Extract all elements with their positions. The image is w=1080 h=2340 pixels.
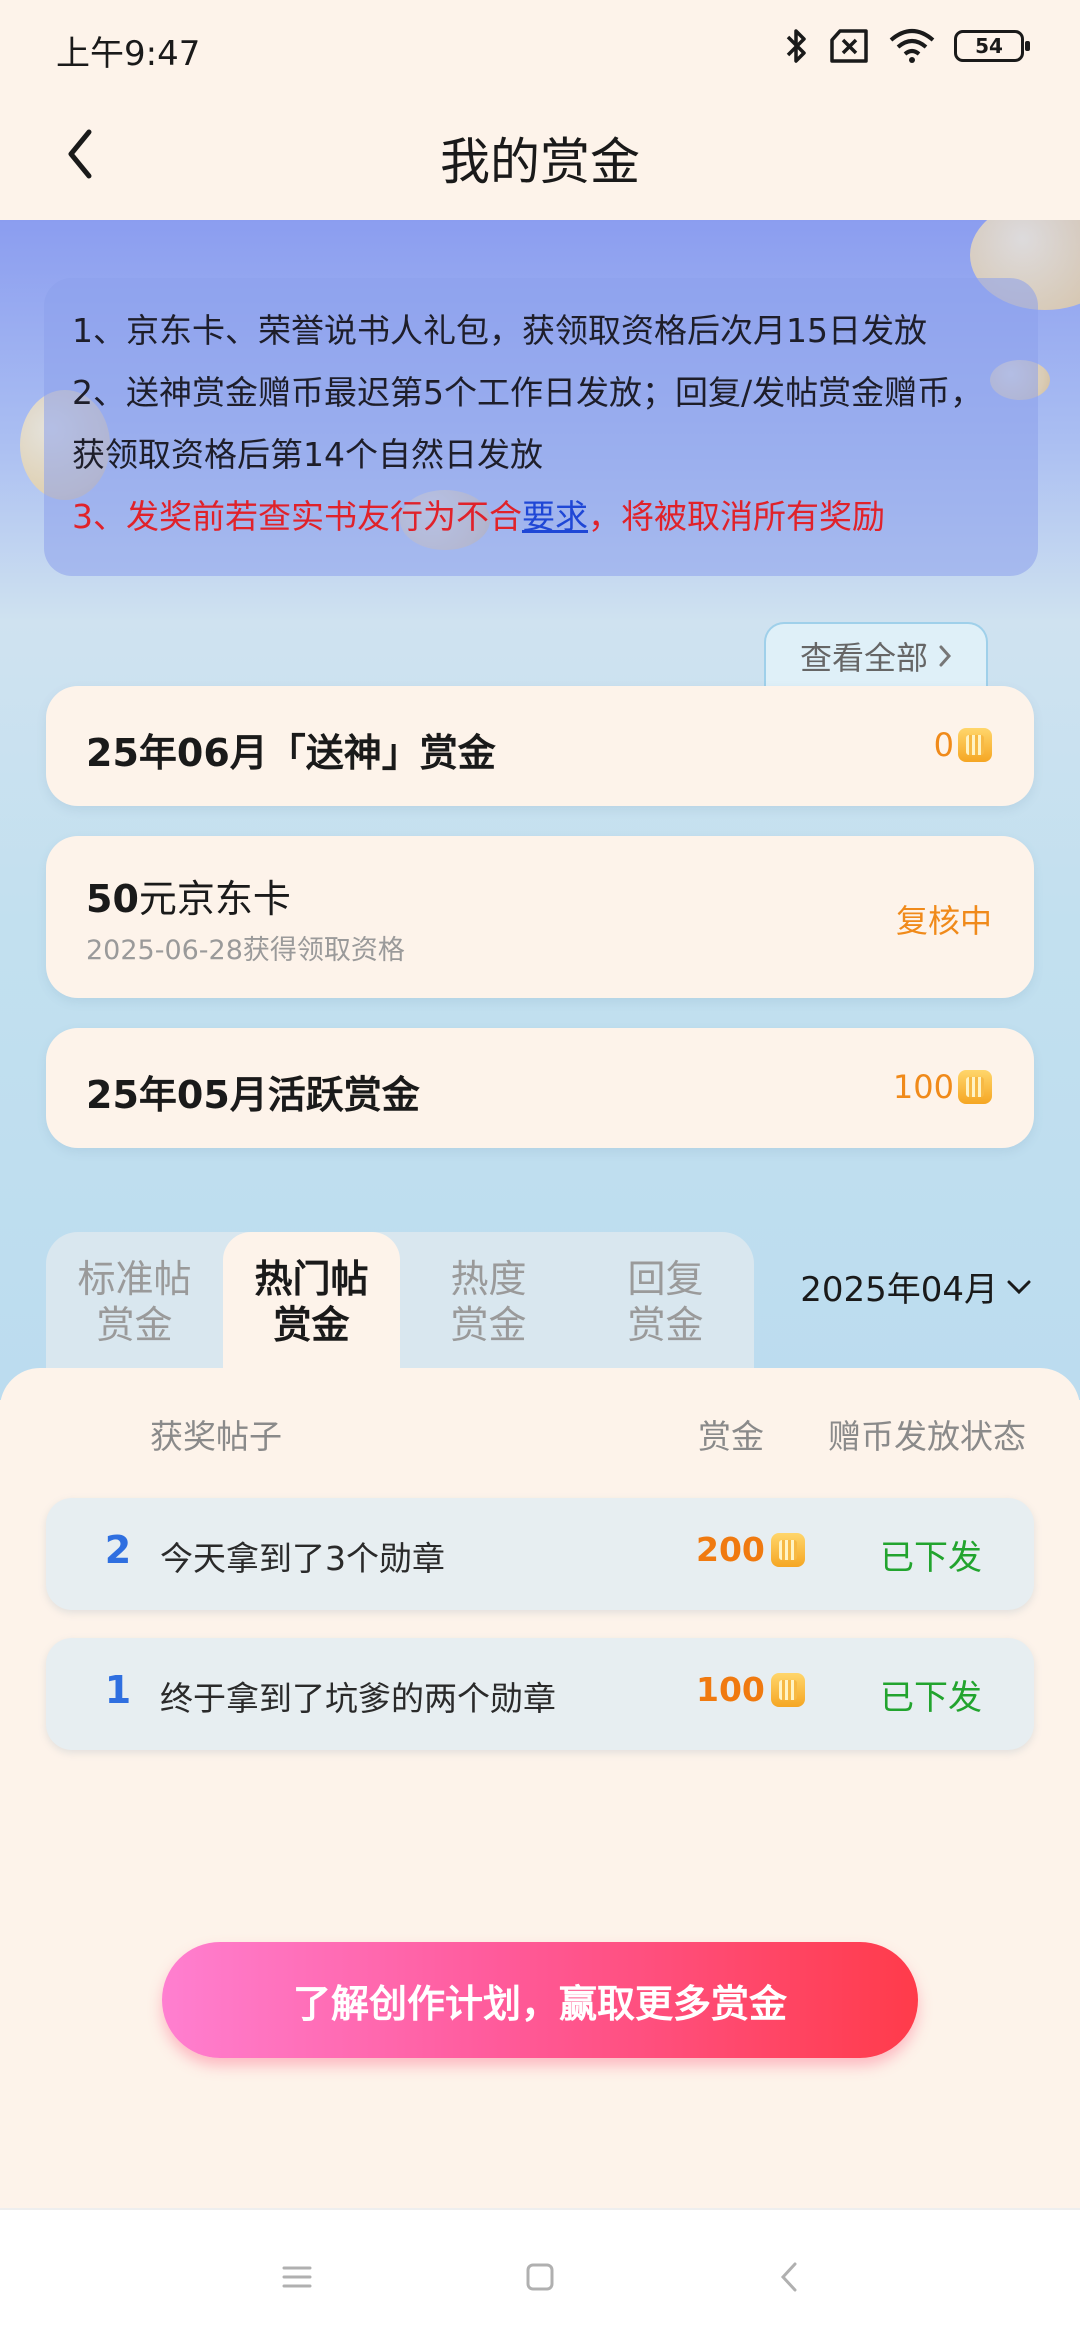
creator-plan-button[interactable]: 了解创作计划，赢取更多赏金 [162, 1942, 918, 2058]
home-icon [526, 2263, 554, 2291]
title-bar: 我的赏金 [0, 92, 1080, 220]
month-selector[interactable]: 2025年04月 [800, 1262, 1032, 1311]
tab-hot-post[interactable]: 热门帖 赏金 [223, 1232, 400, 1372]
post-reward-amount: 100 [696, 1670, 765, 1709]
table-row[interactable]: 1 终于拿到了坑爹的两个勋章 100 已下发 [46, 1638, 1034, 1750]
header-reward: 赏金 [698, 1417, 764, 1456]
table-row[interactable]: 2 今天拿到了3个勋章 200 已下发 [46, 1498, 1034, 1610]
tab-label-line2: 赏金 [273, 1303, 350, 1347]
requirements-link[interactable]: 要求 [522, 497, 588, 536]
post-reward: 200 [696, 1530, 805, 1569]
post-rank: 1 [104, 1668, 132, 1712]
reward-subtitle: 2025-06-28获得领取资格 [86, 935, 405, 966]
notice-line-3-suffix: ，将被取消所有奖励 [588, 497, 885, 536]
reward-title: 50元京东卡 [86, 868, 291, 923]
page-title: 我的赏金 [440, 133, 640, 191]
notice-line-3: 3、发奖前若查实书友行为不合要求，将被取消所有奖励 [72, 486, 1010, 548]
coin-icon [770, 1532, 805, 1567]
post-rank: 2 [104, 1528, 132, 1572]
tab-label-line1: 热度 [450, 1257, 527, 1301]
menu-button[interactable] [272, 2252, 322, 2302]
reward-card-active[interactable]: 25年05月活跃赏金 100 [46, 1028, 1034, 1148]
menu-icon [282, 2266, 312, 2288]
tab-popularity[interactable]: 热度 赏金 [400, 1232, 577, 1372]
reward-value: 0 [934, 726, 992, 764]
post-reward: 100 [696, 1670, 805, 1709]
chevron-down-icon [1007, 1280, 1031, 1294]
reward-card-send-god[interactable]: 25年06月「送神」赏金 0 [46, 686, 1034, 806]
status-time: 上午9:47 [56, 34, 201, 74]
tab-standard-post[interactable]: 标准帖 赏金 [46, 1232, 223, 1372]
coin-icon [958, 1070, 992, 1104]
reward-amount: 0 [933, 726, 954, 764]
bluetooth-icon [786, 29, 806, 63]
header-status: 赠币发放状态 [828, 1417, 1026, 1456]
post-reward-amount: 200 [696, 1530, 765, 1569]
status-bar: 上午9:47 54 [0, 0, 1080, 92]
battery-icon: 54 [954, 30, 1030, 62]
reward-status: 复核中 [895, 902, 992, 940]
reward-amount: 100 [892, 1068, 954, 1106]
notice-line-2: 2、送神赏金赠币最迟第5个工作日发放；回复/发帖赏金赠币，获领取资格后第14个自… [72, 373, 984, 474]
notice-box: 1、京东卡、荣誉说书人礼包，获领取资格后次月15日发放 2、送神赏金赠币最迟第5… [44, 278, 1038, 576]
month-label: 2025年04月 [800, 1270, 998, 1310]
tab-label-line2: 赏金 [627, 1303, 704, 1347]
notice-line-3-prefix: 3、发奖前若查实书友行为不合 [72, 497, 522, 536]
tab-label-line1: 回复 [627, 1257, 704, 1301]
coin-icon [958, 728, 992, 762]
tab-label-line1: 标准帖 [77, 1257, 192, 1301]
post-title: 终于拿到了坑爹的两个勋章 [160, 1679, 556, 1718]
hero-background: 1、京东卡、荣誉说书人礼包，获领取资格后次月15日发放 2、送神赏金赠币最迟第5… [0, 220, 1080, 1400]
tab-label-line1: 热门帖 [254, 1257, 369, 1301]
coin-icon [770, 1672, 805, 1707]
sim-x-icon [830, 29, 868, 63]
reward-title-rest: 元京东卡 [138, 877, 291, 921]
back-icon [780, 2262, 797, 2292]
reward-card-jd-card[interactable]: 50元京东卡 2025-06-28获得领取资格 复核中 [46, 836, 1034, 998]
view-all-button[interactable]: 查看全部 [764, 622, 988, 688]
bounty-table-panel: 获奖帖子 赏金 赠币发放状态 2 今天拿到了3个勋章 200 已下发 1 终于拿… [0, 1368, 1080, 2208]
view-all-label: 查看全部 [799, 639, 928, 677]
tab-label-line2: 赏金 [450, 1303, 527, 1347]
notice-line-1: 1、京东卡、荣誉说书人礼包，获领取资格后次月15日发放 [72, 311, 927, 350]
system-back-button[interactable] [764, 2252, 814, 2302]
home-button[interactable] [515, 2252, 565, 2302]
battery-level: 54 [975, 34, 1003, 58]
chevron-right-icon [939, 645, 952, 667]
payout-status: 已下发 [880, 1678, 982, 1718]
tab-label-line2: 赏金 [96, 1303, 173, 1347]
post-title: 今天拿到了3个勋章 [160, 1539, 445, 1578]
header-post: 获奖帖子 [150, 1417, 282, 1456]
wifi-icon [889, 29, 935, 63]
bounty-tabs: 标准帖 赏金 热门帖 赏金 热度 赏金 回复 赏金 [46, 1232, 754, 1372]
status-icons: 54 [784, 24, 1030, 68]
reward-title: 25年06月「送神」赏金 [86, 731, 496, 775]
system-nav-bar [0, 2208, 1080, 2340]
tab-reply[interactable]: 回复 赏金 [577, 1232, 754, 1372]
payout-status: 已下发 [880, 1538, 982, 1578]
reward-value: 100 [893, 1068, 992, 1106]
reward-title-amount: 50 [86, 877, 139, 921]
reward-title: 25年05月活跃赏金 [86, 1073, 420, 1117]
